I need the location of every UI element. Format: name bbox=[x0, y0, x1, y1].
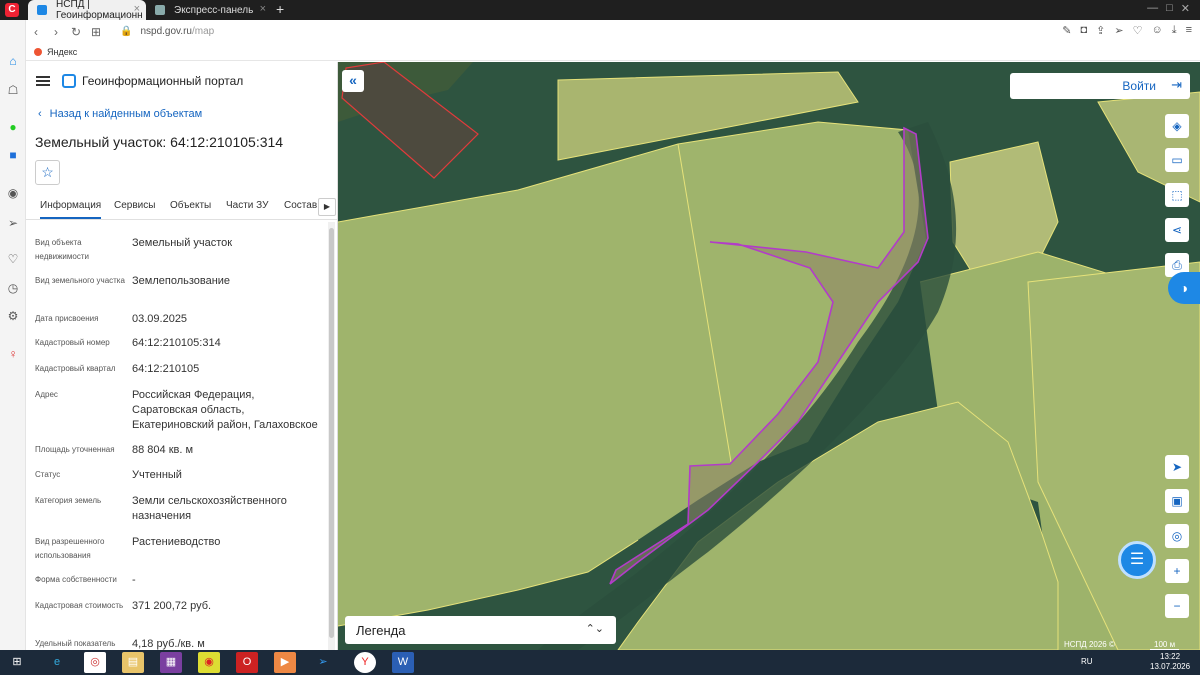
legend-dropdown[interactable]: Легенда ⌃⌄ bbox=[345, 616, 616, 644]
yandex-icon bbox=[34, 47, 42, 56]
map-attribution: НСПД 2026 © bbox=[1064, 640, 1115, 649]
vk-icon[interactable]: ■ bbox=[5, 148, 21, 164]
new-tab-button[interactable]: + bbox=[276, 1, 284, 17]
chevron-left-icon: ‹ bbox=[38, 108, 42, 120]
send-icon[interactable]: ➢ bbox=[1114, 24, 1123, 37]
browser-tab-nspd[interactable]: НСПД | Геоинформационн × bbox=[28, 0, 146, 21]
map-scale: 100 м bbox=[1150, 640, 1180, 650]
games-icon[interactable]: ☖ bbox=[5, 83, 21, 99]
lock-icon: 🔒 bbox=[120, 26, 133, 37]
camera-icon[interactable]: ◘ bbox=[1081, 24, 1088, 37]
side-assistant-button[interactable]: ◑ bbox=[1168, 272, 1200, 304]
download-icon[interactable]: ⤓ bbox=[1172, 24, 1177, 37]
address-actions: ✎ ◘ ⇪ ➢ ♡ ☺ ⤓ ≡ bbox=[1062, 24, 1192, 37]
close-tab-icon[interactable]: × bbox=[260, 3, 266, 15]
object-title: Земельный участок: 64:12:210105:314 bbox=[35, 134, 284, 150]
tab-objects[interactable]: Объекты bbox=[170, 200, 211, 211]
express-panel-icon bbox=[155, 5, 165, 15]
nspd-favicon-icon bbox=[37, 5, 47, 15]
app-icon[interactable]: ◎ bbox=[84, 652, 106, 673]
info-tabs: Информация Сервисы Объекты Части ЗУ Сост… bbox=[26, 194, 337, 220]
bookmark-yandex[interactable]: Яндекс bbox=[47, 47, 77, 57]
edit-icon[interactable]: ✎ bbox=[1062, 24, 1071, 37]
portal-title: Геоинформационный портал bbox=[82, 74, 244, 88]
login-button[interactable]: Войти ⇥ bbox=[1010, 73, 1190, 99]
language-indicator[interactable]: RU bbox=[1081, 657, 1093, 666]
history-icon[interactable]: ◷ bbox=[5, 281, 21, 297]
portal-header: Геоинформационный портал bbox=[26, 62, 337, 100]
basemap-button[interactable]: ▣ bbox=[1165, 489, 1189, 513]
yandex-browser-icon[interactable]: Y bbox=[354, 652, 376, 673]
zoom-out-button[interactable]: − bbox=[1165, 594, 1189, 618]
system-clock[interactable]: 13:22 13.07.2026 bbox=[1150, 652, 1190, 672]
back-arrow-icon[interactable]: ‹ bbox=[26, 25, 46, 39]
media-player-icon[interactable]: ▶ bbox=[274, 652, 296, 673]
back-to-results-link[interactable]: ‹ Назад к найденным объектам bbox=[38, 108, 202, 120]
scrollbar-thumb[interactable] bbox=[329, 228, 334, 638]
chrome-icon[interactable]: ◉ bbox=[198, 652, 220, 673]
hamburger-menu-icon[interactable] bbox=[36, 74, 50, 88]
satellite-map[interactable] bbox=[338, 62, 1200, 650]
explorer-icon[interactable]: ▤ bbox=[122, 652, 144, 673]
send-icon[interactable]: ➢ bbox=[5, 216, 21, 232]
zoom-in-button[interactable]: + bbox=[1165, 559, 1189, 583]
object-info-panel: Геоинформационный портал ‹ Назад к найден… bbox=[26, 62, 338, 650]
forward-arrow-icon[interactable]: › bbox=[46, 25, 66, 39]
start-button[interactable]: ⊞ bbox=[6, 652, 28, 673]
minimize-icon[interactable]: — bbox=[1147, 2, 1158, 15]
tips-icon[interactable]: ♀ bbox=[5, 347, 21, 363]
chevron-updown-icon: ⌃⌄ bbox=[585, 623, 604, 635]
browser-logo-icon[interactable]: C bbox=[5, 3, 19, 17]
map-view[interactable] bbox=[338, 62, 1200, 650]
tabs-scroll-right-button[interactable]: ▶ bbox=[318, 198, 336, 216]
locate-button[interactable]: ➤ bbox=[1165, 455, 1189, 479]
telegram-icon[interactable]: ➢ bbox=[312, 652, 334, 673]
geolocation-button[interactable]: ◎ bbox=[1165, 524, 1189, 548]
portal-logo-icon bbox=[62, 74, 76, 88]
tab-composition[interactable]: Состав bbox=[284, 200, 317, 211]
tab-information[interactable]: Информация bbox=[40, 200, 102, 219]
heart-icon[interactable]: ♡ bbox=[1133, 24, 1143, 37]
maximize-icon[interactable]: □ bbox=[1166, 2, 1173, 15]
reload-icon[interactable]: ↻ bbox=[66, 25, 86, 39]
share-icon[interactable]: ⇪ bbox=[1096, 24, 1105, 37]
settings-icon[interactable]: ⚙ bbox=[5, 309, 21, 325]
browser-tab-express[interactable]: Экспресс-панель × bbox=[146, 0, 272, 20]
layers-button[interactable]: ◈ bbox=[1165, 114, 1189, 138]
panel-scrollbar[interactable] bbox=[328, 222, 335, 650]
browser-tab-strip: C НСПД | Геоинформационн × Экспресс-пане… bbox=[0, 0, 1200, 21]
url-field[interactable]: 🔒 nspd.gov.ru/map bbox=[120, 26, 214, 37]
home-icon[interactable]: ⌂ bbox=[5, 54, 21, 70]
browser-sidebar: ⌂ ☖ ● ■ ◉ ➢ ♡ ◷ ⚙ ♀ bbox=[0, 20, 26, 650]
ruler-button[interactable]: ▭ bbox=[1165, 148, 1189, 172]
winrar-icon[interactable]: ▦ bbox=[160, 652, 182, 673]
menu-icon[interactable]: ≡ bbox=[1186, 24, 1192, 37]
apps-grid-icon[interactable]: ⊞ bbox=[86, 25, 106, 39]
window-controls: — □ ✕ bbox=[1147, 2, 1190, 15]
close-window-icon[interactable]: ✕ bbox=[1181, 2, 1190, 15]
favorite-star-button[interactable]: ☆ bbox=[35, 160, 60, 185]
profile-icon[interactable]: ☺ bbox=[1151, 24, 1162, 37]
select-area-button[interactable]: ⬚ bbox=[1165, 183, 1189, 207]
address-bar: ‹ › ↻ ⊞ 🔒 nspd.gov.ru/map ✎ ◘ ⇪ ➢ ♡ ☺ ⤓ ≡ bbox=[26, 20, 1200, 43]
player-icon[interactable]: ◉ bbox=[5, 186, 21, 202]
tab-services[interactable]: Сервисы bbox=[114, 200, 155, 211]
whatsapp-icon[interactable]: ● bbox=[5, 120, 21, 136]
word-icon[interactable]: W bbox=[392, 652, 414, 673]
collapse-panel-button[interactable]: « bbox=[342, 70, 364, 92]
login-icon: ⇥ bbox=[1171, 77, 1182, 92]
opera-icon[interactable]: O bbox=[236, 652, 258, 673]
favorites-icon[interactable]: ♡ bbox=[5, 252, 21, 268]
tab-parts[interactable]: Части ЗУ bbox=[226, 200, 268, 211]
close-tab-icon[interactable]: × bbox=[134, 3, 140, 15]
windows-taskbar: ⊞ e ◎ ▤ ▦ ◉ O ▶ ➢ Y W RU 13:22 13.07.202… bbox=[0, 650, 1200, 675]
chat-button[interactable]: ☰ bbox=[1118, 541, 1156, 579]
ie-icon[interactable]: e bbox=[46, 652, 68, 673]
bookmarks-bar: Яндекс bbox=[26, 43, 1200, 61]
share-button[interactable]: ⋖ bbox=[1165, 218, 1189, 242]
